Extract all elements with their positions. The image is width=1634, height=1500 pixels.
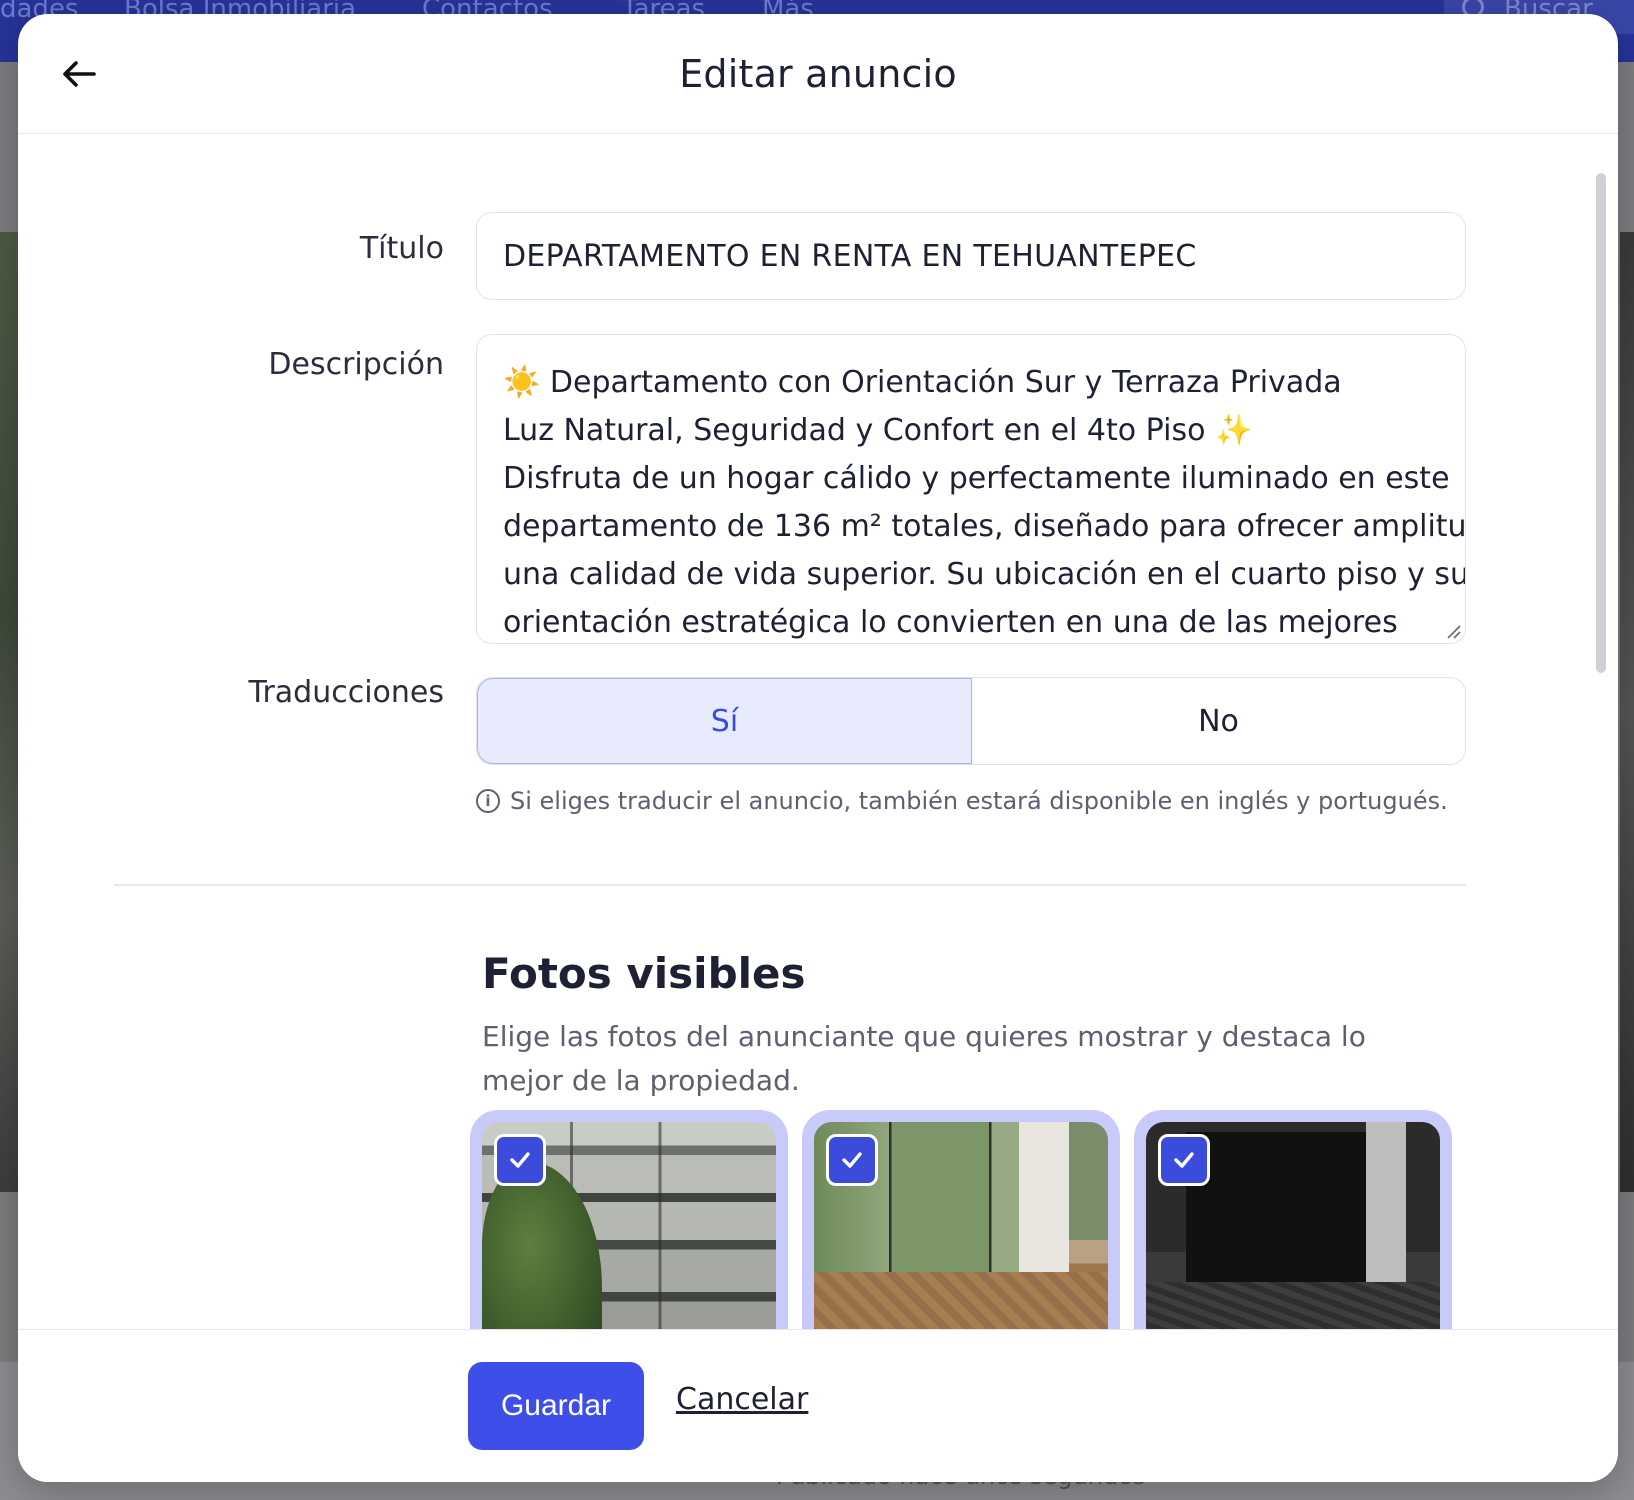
edit-listing-modal: Editar anuncio Título DEPARTAMENTO EN RE… bbox=[18, 14, 1618, 1482]
photo-detail bbox=[482, 1162, 602, 1329]
photo-detail bbox=[814, 1272, 1108, 1329]
description-line: departamento de 136 m² totales, diseñado… bbox=[503, 509, 1466, 544]
photos-section-title: Fotos visibles bbox=[482, 949, 806, 998]
description-textarea[interactable]: ☀️ Departamento con Orientación Sur y Te… bbox=[476, 334, 1466, 644]
resize-handle-icon[interactable] bbox=[1445, 623, 1461, 639]
title-input[interactable]: DEPARTAMENTO EN RENTA EN TEHUANTEPEC bbox=[476, 212, 1466, 300]
photo-detail bbox=[1366, 1122, 1406, 1302]
modal-header: Editar anuncio bbox=[18, 14, 1618, 134]
description-line: Luz Natural, Seguridad y Confort en el 4… bbox=[503, 413, 1253, 448]
translations-option-no[interactable]: No bbox=[972, 678, 1465, 764]
scrollbar[interactable] bbox=[1596, 173, 1606, 673]
cancel-link[interactable]: Cancelar bbox=[676, 1382, 808, 1417]
section-divider bbox=[114, 884, 1466, 886]
photo-detail bbox=[1186, 1132, 1366, 1282]
modal-title: Editar anuncio bbox=[679, 52, 957, 96]
check-icon bbox=[842, 1152, 862, 1168]
translations-hint-text: Si eliges traducir el anuncio, también e… bbox=[510, 787, 1448, 815]
photo-card[interactable] bbox=[802, 1110, 1120, 1329]
photo-checkbox[interactable] bbox=[826, 1134, 878, 1186]
title-label: Título bbox=[359, 231, 444, 266]
check-icon bbox=[1174, 1152, 1194, 1168]
translations-hint: i Si eliges traducir el anuncio, también… bbox=[476, 787, 1448, 815]
background-photo bbox=[0, 232, 18, 1192]
description-line: una calidad de vida superior. Su ubicaci… bbox=[503, 557, 1466, 592]
photo-card[interactable] bbox=[470, 1110, 788, 1329]
description-line: orientación estratégica lo convierten en… bbox=[503, 605, 1398, 640]
photo-checkbox[interactable] bbox=[494, 1134, 546, 1186]
description-line: Disfruta de un hogar cálido y perfectame… bbox=[503, 461, 1450, 496]
modal-footer: Guardar Cancelar bbox=[18, 1329, 1618, 1482]
save-button[interactable]: Guardar bbox=[468, 1362, 644, 1450]
photo-card[interactable] bbox=[1134, 1110, 1452, 1329]
modal-scroll-content[interactable]: Título DEPARTAMENTO EN RENTA EN TEHUANTE… bbox=[18, 135, 1618, 1329]
description-line: ☀️ Departamento con Orientación Sur y Te… bbox=[503, 365, 1342, 400]
photo-checkbox[interactable] bbox=[1158, 1134, 1210, 1186]
background-photo bbox=[1620, 232, 1634, 1192]
info-icon: i bbox=[476, 789, 500, 813]
check-icon bbox=[510, 1152, 530, 1168]
photos-section-description: Elige las fotos del anunciante que quier… bbox=[482, 1020, 1366, 1097]
translations-toggle: Sí No bbox=[476, 677, 1466, 765]
photo-detail bbox=[1146, 1282, 1440, 1329]
translations-label: Traducciones bbox=[248, 675, 444, 710]
translations-option-yes[interactable]: Sí bbox=[477, 678, 972, 764]
description-label: Descripción bbox=[268, 347, 444, 382]
